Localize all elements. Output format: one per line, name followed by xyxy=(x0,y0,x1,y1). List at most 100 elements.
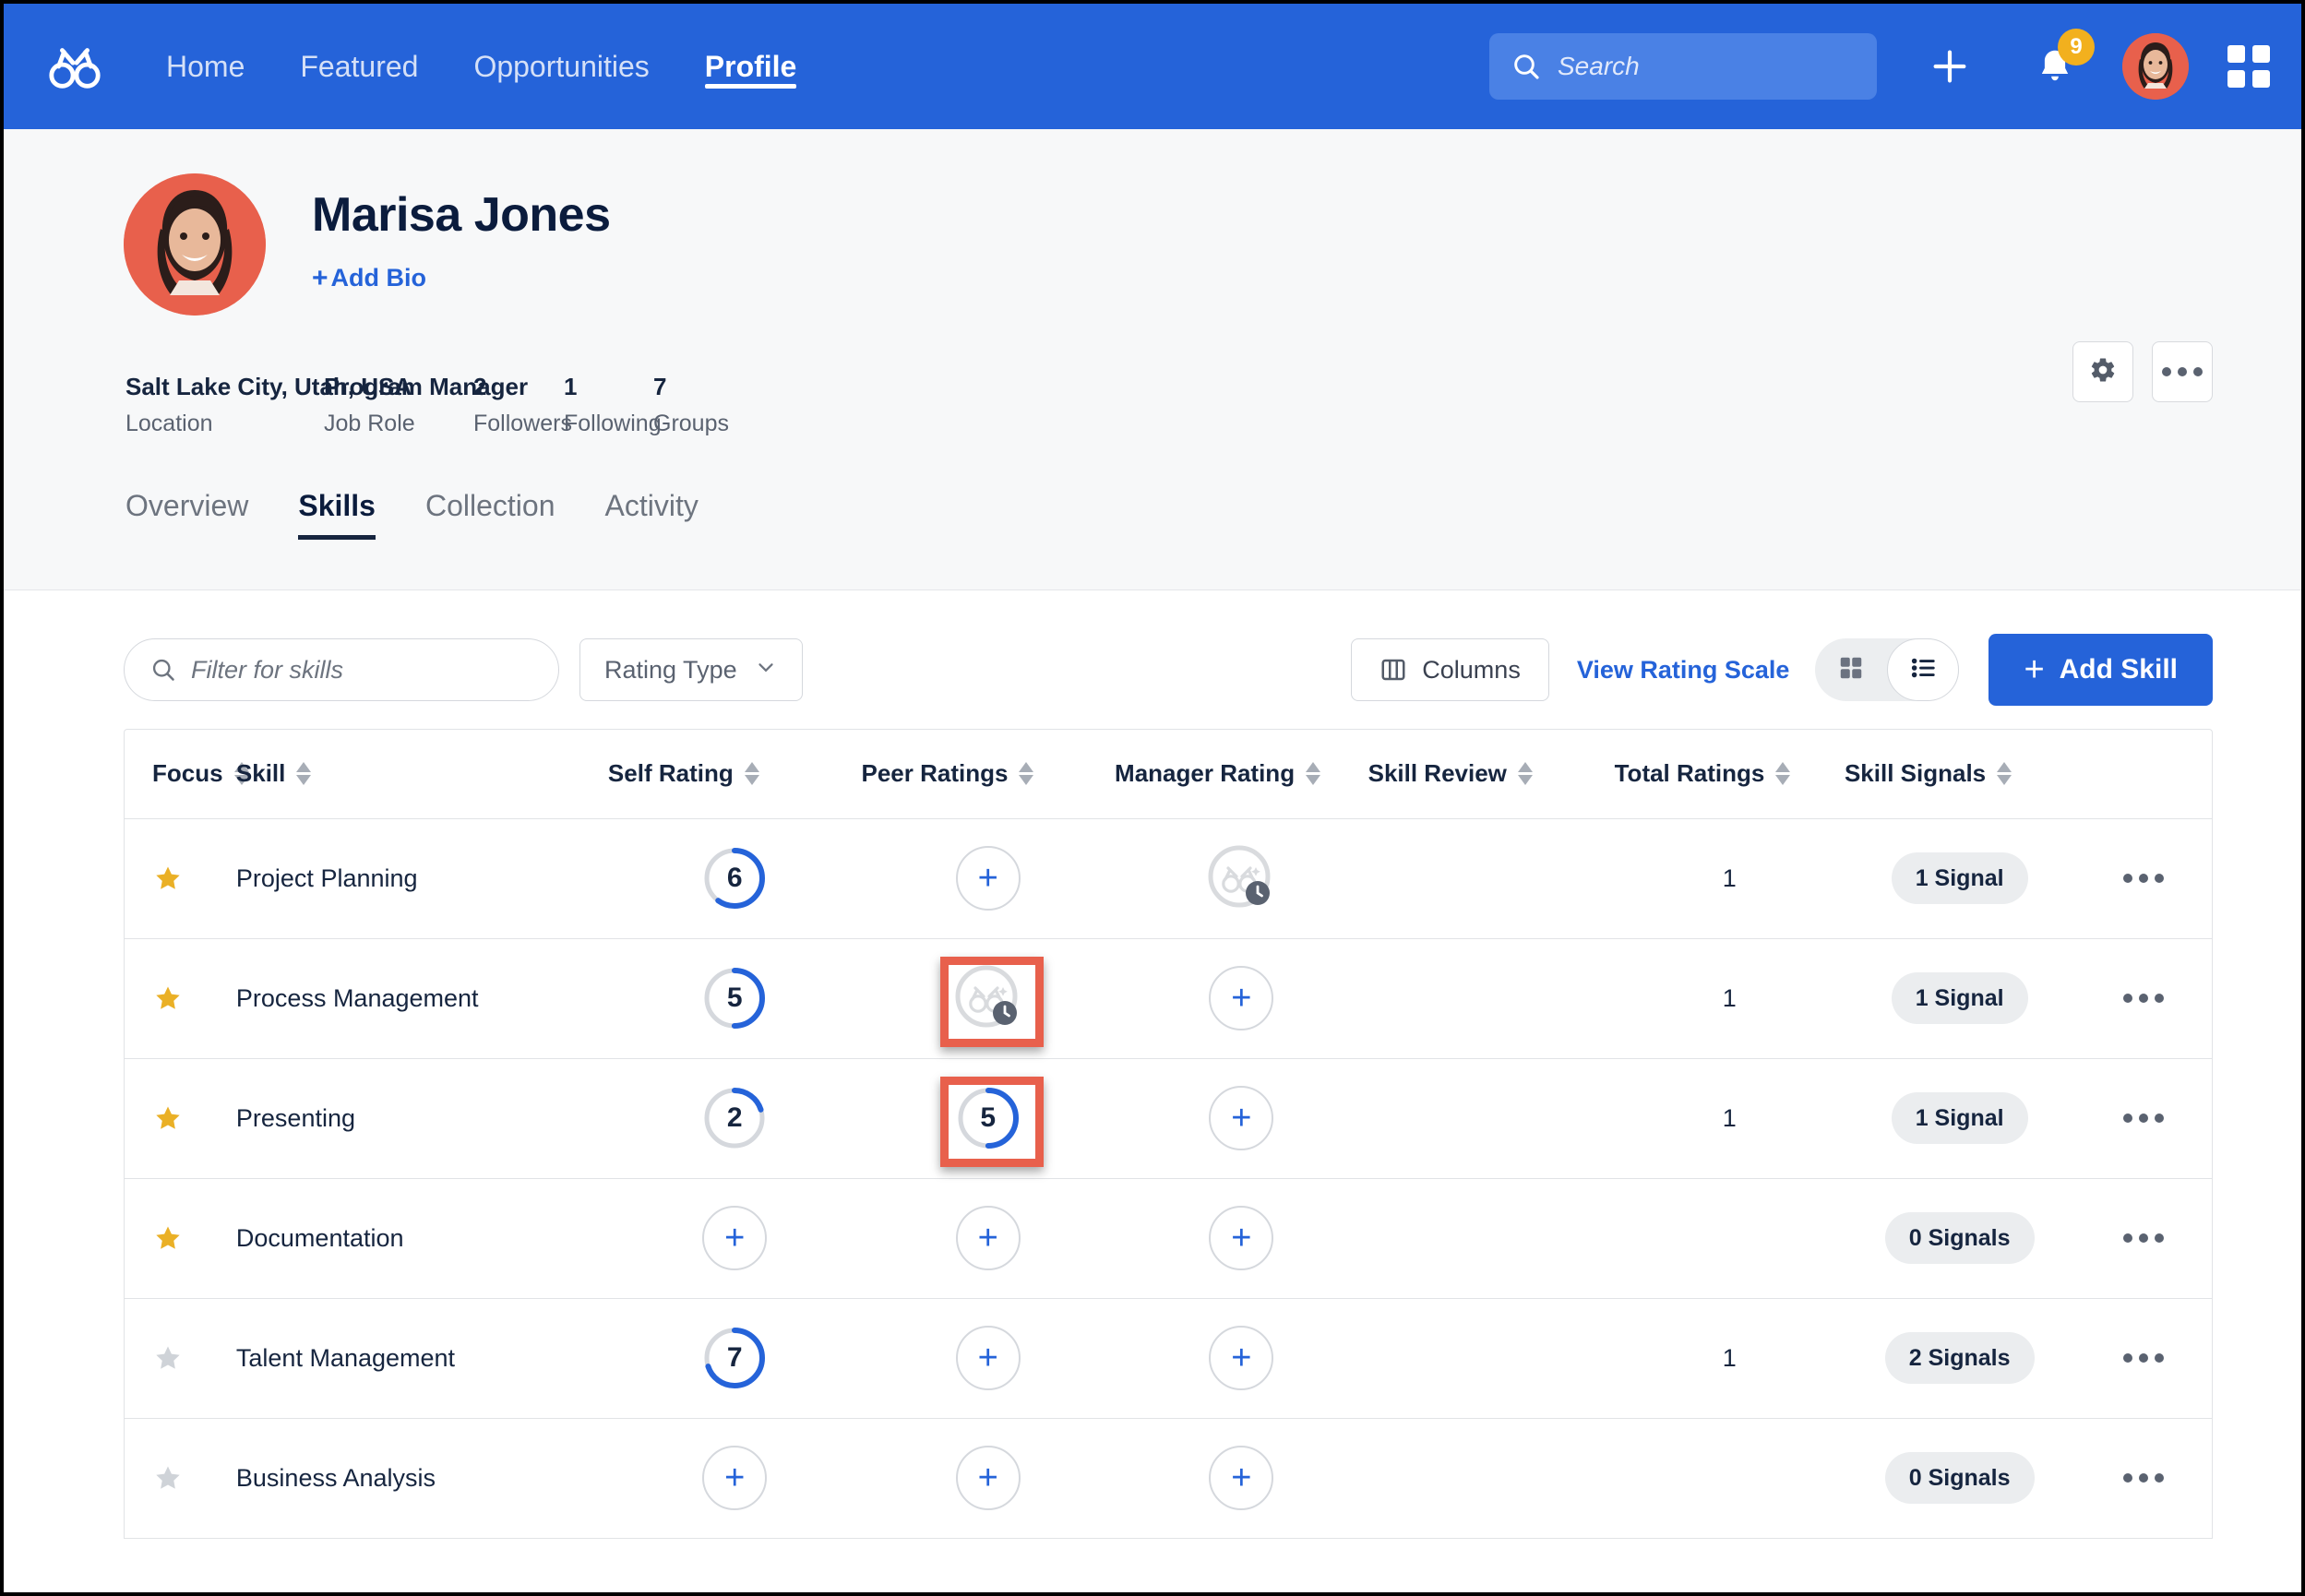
sort-icon[interactable] xyxy=(744,762,759,786)
add-rating-button[interactable]: + xyxy=(955,1326,1021,1390)
sort-icon[interactable] xyxy=(1019,762,1034,786)
rating-ring[interactable]: 6 xyxy=(702,846,767,911)
sort-icon[interactable] xyxy=(296,762,312,786)
nav-item-home[interactable]: Home xyxy=(138,4,272,129)
tab-overview[interactable]: Overview xyxy=(125,489,248,540)
columns-button[interactable]: Columns xyxy=(1351,638,1549,701)
star-outline-icon[interactable] xyxy=(152,1343,236,1373)
sort-icon[interactable] xyxy=(1997,762,2012,786)
add-rating-button[interactable]: + xyxy=(955,846,1021,911)
cell-focus[interactable] xyxy=(125,1298,236,1419)
skills-filter-input[interactable]: Filter for skills xyxy=(124,638,559,701)
add-rating-button[interactable]: + xyxy=(955,1206,1021,1270)
nav-item-profile[interactable]: Profile xyxy=(677,4,825,129)
add-rating-button[interactable]: + xyxy=(702,1446,768,1510)
grid-view-button[interactable] xyxy=(1815,638,1887,701)
nav-item-opportunities[interactable]: Opportunities xyxy=(446,4,676,129)
column-header-skill-review[interactable]: Skill Review xyxy=(1367,730,1615,819)
tab-activity[interactable]: Activity xyxy=(604,489,698,540)
add-rating-button[interactable]: + xyxy=(1209,1446,1274,1510)
cell-focus[interactable] xyxy=(125,818,236,939)
nav-item-featured[interactable]: Featured xyxy=(272,4,446,129)
table-row[interactable]: Presenting 2 5 + 1 1 Signal xyxy=(125,1058,2212,1179)
add-rating-button[interactable]: + xyxy=(1209,966,1274,1030)
glasses-logo-icon[interactable] xyxy=(46,38,103,95)
global-search-input[interactable]: Search xyxy=(1489,33,1877,100)
table-row[interactable]: Process Management 5 + 1 1 Signal xyxy=(125,938,2212,1059)
status-badge[interactable]: 2 Signals xyxy=(1884,1332,2035,1384)
rating-ring[interactable]: 7 xyxy=(702,1326,767,1390)
tab-collection[interactable]: Collection xyxy=(425,489,555,540)
star-filled-icon[interactable] xyxy=(152,983,236,1013)
table-row[interactable]: Project Planning 6 + 1 1 Signal xyxy=(125,818,2212,939)
create-new-button[interactable] xyxy=(1912,29,1988,104)
cell-focus[interactable] xyxy=(125,1418,236,1539)
skill-name[interactable]: Documentation xyxy=(236,1224,404,1252)
star-outline-icon[interactable] xyxy=(152,1463,236,1493)
add-skill-button[interactable]: + Add Skill xyxy=(1989,634,2213,706)
add-bio-link[interactable]: + Add Bio xyxy=(312,263,426,294)
skill-name[interactable]: Presenting xyxy=(236,1104,355,1132)
row-more-button[interactable] xyxy=(2111,1098,2176,1138)
app-grid-icon[interactable] xyxy=(2227,45,2270,88)
row-more-button[interactable] xyxy=(2111,978,2176,1018)
status-badge[interactable]: 0 Signals xyxy=(1884,1452,2035,1504)
status-badge[interactable]: 1 Signal xyxy=(1891,1092,2028,1144)
column-header-peer-ratings[interactable]: Peer Ratings xyxy=(861,730,1116,819)
cell-skill-review xyxy=(1367,1298,1615,1419)
add-rating-button[interactable]: + xyxy=(1209,1326,1274,1390)
rating-type-dropdown[interactable]: Rating Type xyxy=(579,638,803,701)
profile-more-button[interactable] xyxy=(2152,341,2213,402)
view-rating-scale-link[interactable]: View Rating Scale xyxy=(1577,656,1790,685)
profile-following-value: 1 xyxy=(564,373,578,400)
table-row[interactable]: Business Analysis + + + 0 Signals xyxy=(125,1418,2212,1539)
profile-meta-following[interactable]: 1 Following xyxy=(564,373,662,437)
sort-icon[interactable] xyxy=(1306,762,1321,786)
status-badge[interactable]: 1 Signal xyxy=(1891,972,2028,1024)
sort-icon[interactable] xyxy=(1775,762,1791,786)
row-more-button[interactable] xyxy=(2111,858,2176,899)
row-more-button[interactable] xyxy=(2111,1458,2176,1498)
column-header-focus[interactable]: Focus xyxy=(125,730,249,819)
column-header-self-rating[interactable]: Self Rating xyxy=(607,730,862,819)
add-rating-button[interactable]: + xyxy=(702,1206,768,1270)
cell-focus[interactable] xyxy=(125,1178,236,1299)
profile-avatar[interactable] xyxy=(124,173,266,316)
star-filled-icon[interactable] xyxy=(152,864,236,893)
add-rating-button[interactable]: + xyxy=(1209,1206,1274,1270)
table-row[interactable]: Documentation + + + 0 Signals xyxy=(125,1178,2212,1299)
status-badge[interactable]: 1 Signal xyxy=(1891,852,2028,904)
rating-ring[interactable]: 5 xyxy=(702,966,767,1030)
skill-name[interactable]: Business Analysis xyxy=(236,1464,436,1492)
profile-meta-followers[interactable]: 2 Followers xyxy=(473,373,572,437)
table-row[interactable]: Talent Management 7 + + 1 2 Signals xyxy=(125,1298,2212,1419)
pending-rating-icon[interactable] xyxy=(1205,842,1277,914)
column-header-total-ratings[interactable]: Total Ratings xyxy=(1614,730,1845,819)
star-filled-icon[interactable] xyxy=(152,1223,236,1253)
tab-skills[interactable]: Skills xyxy=(298,489,376,540)
row-more-button[interactable] xyxy=(2111,1218,2176,1258)
cell-skill-review xyxy=(1367,1178,1615,1299)
add-rating-button[interactable]: + xyxy=(955,1446,1021,1510)
rating-ring[interactable]: 5 xyxy=(956,1086,1021,1150)
avatar[interactable] xyxy=(2122,33,2189,100)
add-rating-button[interactable]: + xyxy=(1209,1086,1274,1150)
profile-meta-groups[interactable]: 7 Groups xyxy=(653,373,729,437)
skill-name[interactable]: Project Planning xyxy=(236,864,418,892)
notifications-button[interactable]: 9 xyxy=(2019,29,2095,102)
column-header-skill[interactable]: Skill xyxy=(235,730,608,819)
rating-ring[interactable]: 2 xyxy=(702,1086,767,1150)
column-header-manager-rating[interactable]: Manager Rating xyxy=(1115,730,1368,819)
cell-focus[interactable] xyxy=(125,938,236,1059)
skill-name[interactable]: Talent Management xyxy=(236,1344,455,1372)
list-view-button[interactable] xyxy=(1887,638,1960,701)
row-more-button[interactable] xyxy=(2111,1338,2176,1378)
settings-button[interactable] xyxy=(2072,341,2133,402)
pending-rating-icon[interactable] xyxy=(952,962,1024,1034)
column-header-skill-signals[interactable]: Skill Signals xyxy=(1844,730,2075,819)
skill-name[interactable]: Process Management xyxy=(236,984,479,1012)
star-filled-icon[interactable] xyxy=(152,1103,236,1133)
status-badge[interactable]: 0 Signals xyxy=(1884,1212,2035,1264)
cell-focus[interactable] xyxy=(125,1058,236,1179)
sort-icon[interactable] xyxy=(1517,762,1533,786)
